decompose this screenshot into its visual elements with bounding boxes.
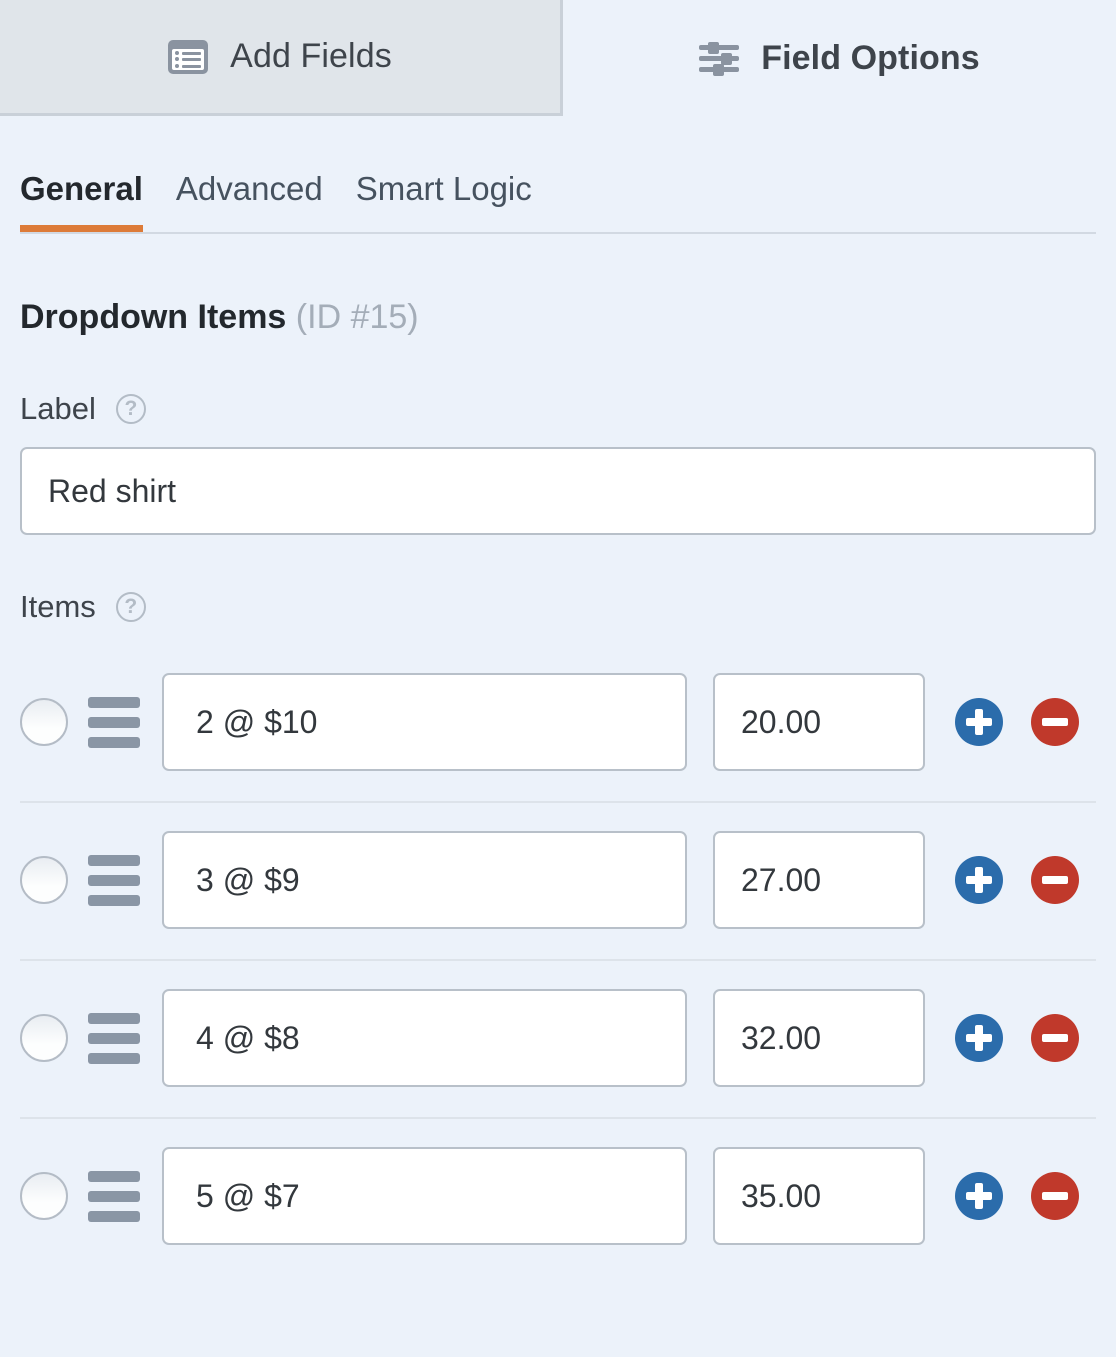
section-title-text: Dropdown Items (20, 298, 287, 336)
drag-handle-icon[interactable] (88, 696, 140, 748)
items-list (20, 643, 1096, 1275)
question-mark-icon[interactable]: ? (115, 394, 146, 424)
item-choice-input[interactable] (162, 989, 687, 1087)
plus-icon[interactable] (955, 856, 1003, 904)
minus-icon[interactable] (1031, 856, 1079, 904)
tab-field-options[interactable]: Field Options (563, 0, 1116, 116)
label-input[interactable] (20, 447, 1096, 535)
subtabs-divider (20, 232, 1096, 234)
radio-button-icon[interactable] (20, 698, 68, 746)
items-field-label-text: Items (20, 589, 96, 624)
item-price-input[interactable] (713, 989, 925, 1087)
drag-handle-icon[interactable] (88, 854, 140, 906)
item-row (20, 959, 1096, 1117)
field-options-subtabs: General Advanced Smart Logic (0, 116, 1116, 240)
item-price-input[interactable] (713, 1147, 925, 1245)
item-row (20, 643, 1096, 801)
question-mark-icon[interactable]: ? (115, 592, 146, 622)
drag-handle-icon[interactable] (88, 1012, 140, 1064)
page-title: Dropdown Items (ID #15) (20, 298, 1096, 337)
drag-handle-icon[interactable] (88, 1170, 140, 1222)
subtab-advanced-label: Advanced (175, 170, 323, 207)
subtab-smart-logic[interactable]: Smart Logic (356, 170, 565, 226)
minus-icon[interactable] (1031, 1172, 1079, 1220)
item-choice-input[interactable] (162, 673, 687, 771)
radio-button-icon[interactable] (20, 1172, 68, 1220)
panel-tabbar: Add Fields Field Options (0, 0, 1116, 116)
plus-icon[interactable] (955, 1172, 1003, 1220)
radio-button-icon[interactable] (20, 856, 68, 904)
item-row (20, 1117, 1096, 1275)
list-icon (168, 39, 209, 74)
plus-icon[interactable] (955, 1014, 1003, 1062)
radio-button-icon[interactable] (20, 1014, 68, 1062)
tab-add-fields[interactable]: Add Fields (0, 0, 563, 116)
minus-icon[interactable] (1031, 698, 1079, 746)
label-field-label-text: Label (20, 391, 96, 426)
field-options-content: Dropdown Items (ID #15) Label ? Items ? (0, 298, 1116, 1275)
item-row (20, 801, 1096, 959)
subtab-general[interactable]: General (20, 170, 176, 234)
tab-add-fields-label: Add Fields (230, 37, 392, 75)
items-field-label: Items ? (20, 589, 1096, 625)
plus-icon[interactable] (955, 698, 1003, 746)
item-choice-input[interactable] (162, 1147, 687, 1245)
tab-field-options-label: Field Options (761, 38, 980, 77)
subtab-general-label: General (20, 170, 143, 207)
subtab-smart-logic-label: Smart Logic (355, 170, 532, 207)
item-choice-input[interactable] (162, 831, 687, 929)
item-price-input[interactable] (713, 831, 925, 929)
item-price-input[interactable] (713, 673, 925, 771)
label-field-label: Label ? (20, 391, 1096, 427)
minus-icon[interactable] (1031, 1014, 1079, 1062)
subtab-advanced[interactable]: Advanced (176, 170, 356, 226)
sliders-icon (699, 41, 740, 76)
section-field-id: (ID #15) (295, 298, 419, 336)
